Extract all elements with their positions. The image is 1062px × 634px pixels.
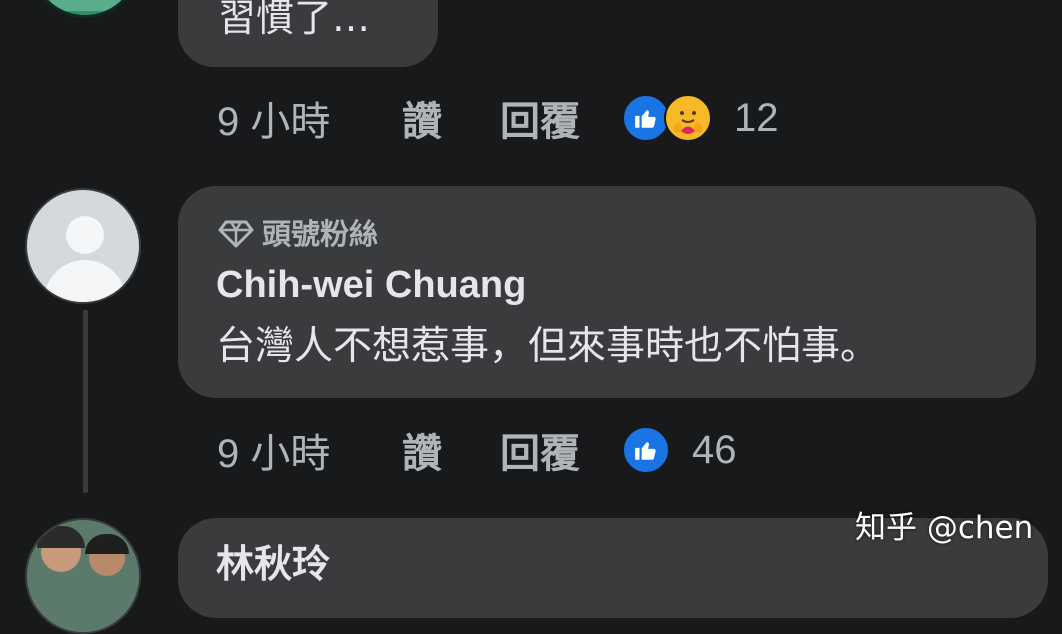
thread-line bbox=[83, 310, 88, 493]
timestamp[interactable]: 9 小時 bbox=[217, 89, 402, 147]
reactions-summary[interactable]: 46 bbox=[622, 426, 737, 474]
reaction-count: 46 bbox=[692, 427, 737, 472]
like-icon bbox=[622, 94, 670, 142]
timestamp[interactable]: 9 小時 bbox=[217, 421, 402, 479]
avatar[interactable] bbox=[30, 0, 140, 18]
like-button[interactable]: 讚 bbox=[402, 89, 500, 147]
like-button[interactable]: 讚 bbox=[402, 421, 500, 479]
reply-button[interactable]: 回覆 bbox=[500, 421, 622, 479]
comment-bubble: 習慣了… bbox=[178, 0, 438, 67]
avatar[interactable] bbox=[25, 518, 141, 634]
comment-text: 習慣了… bbox=[218, 0, 371, 40]
comment-actions: 9 小時 讚 回覆 12 bbox=[217, 92, 779, 144]
comment-bubble: 頭號粉絲 Chih-wei Chuang 台灣人不想惹事，但來事時也不怕事。 bbox=[178, 186, 1036, 398]
reaction-count: 12 bbox=[734, 95, 779, 140]
author-name[interactable]: Chih-wei Chuang bbox=[216, 262, 526, 308]
reactions-summary[interactable]: 12 bbox=[622, 94, 779, 142]
care-icon bbox=[664, 94, 712, 142]
watermark: 知乎 @chen bbox=[855, 510, 1034, 546]
avatar-body bbox=[44, 260, 126, 302]
comment-actions: 9 小時 讚 回覆 46 bbox=[217, 424, 737, 476]
avatar-hair bbox=[85, 534, 129, 554]
avatar[interactable] bbox=[25, 188, 141, 304]
top-fan-badge[interactable]: 頭號粉絲 bbox=[218, 214, 378, 254]
comment-text: 台灣人不想惹事，但來事時也不怕事。 bbox=[216, 324, 880, 369]
like-icon bbox=[622, 426, 670, 474]
badge-label: 頭號粉絲 bbox=[262, 217, 379, 251]
avatar-head bbox=[66, 216, 104, 254]
diamond-icon bbox=[218, 220, 254, 248]
avatar-hair bbox=[37, 526, 85, 548]
author-name[interactable]: 林秋玲 bbox=[216, 542, 330, 586]
reply-button[interactable]: 回覆 bbox=[500, 89, 622, 147]
